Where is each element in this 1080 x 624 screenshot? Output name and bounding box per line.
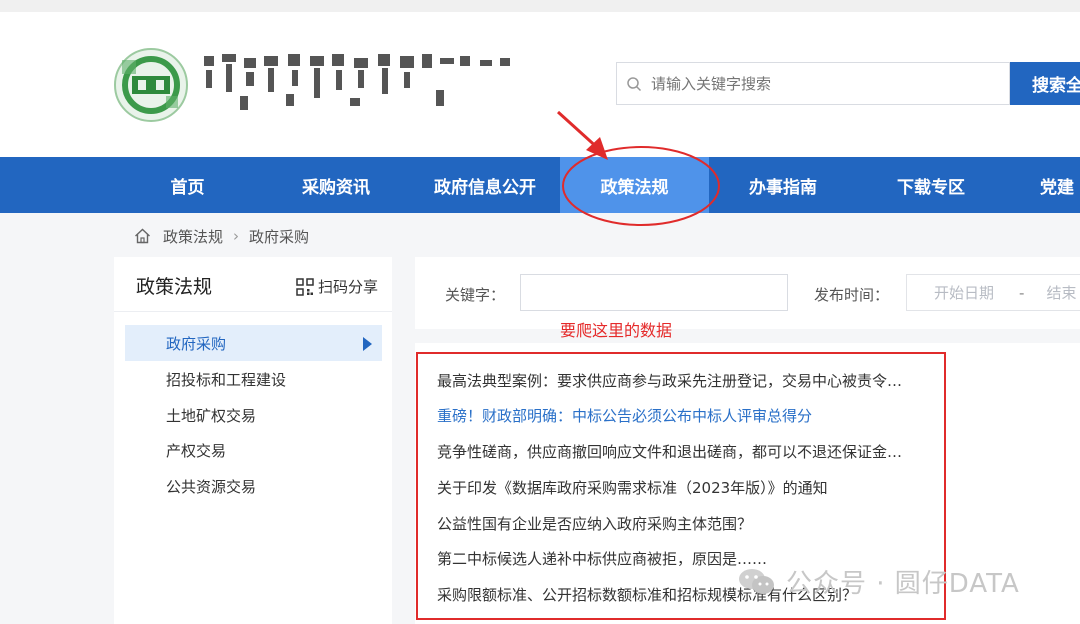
share-label: 扫码分享 xyxy=(318,278,379,296)
logo-script-text xyxy=(200,50,530,122)
sidebar-item-land-mining[interactable]: 土地矿权交易 xyxy=(125,397,382,433)
keyword-label: 关键字： xyxy=(445,286,506,304)
search-icon xyxy=(617,63,651,104)
filter-bar: 关键字： 发布时间： 开始日期 - 结束 xyxy=(415,257,1080,329)
list-item[interactable]: 最高法典型案例：要求供应商参与政采先注册登记，交易中心被责令… xyxy=(437,370,927,391)
watermark-text: 公众号 · 圆仔DATA xyxy=(786,569,1020,599)
date-label: 发布时间： xyxy=(814,286,890,304)
date-separator: - xyxy=(1019,283,1025,302)
sidebar-item-property[interactable]: 产权交易 xyxy=(125,432,382,468)
search-input[interactable] xyxy=(651,74,991,93)
share-button[interactable]: 扫码分享 xyxy=(296,276,378,297)
watermark: 公众号 · 圆仔DATA xyxy=(738,563,1020,600)
breadcrumb-item[interactable]: 政策法规 xyxy=(163,226,223,247)
list-item[interactable]: 关于印发《数据库政府采购需求标准（2023年版）》的通知 xyxy=(437,477,927,498)
breadcrumb-item: 政府采购 xyxy=(249,227,310,246)
sidebar-item-public-resources[interactable]: 公共资源交易 xyxy=(125,468,382,504)
annotation-text: 要爬这里的数据 xyxy=(560,321,673,340)
nav-item-procurement-news[interactable]: 采购资讯 xyxy=(262,157,410,213)
wechat-icon xyxy=(738,567,776,597)
list-item[interactable]: 公益性国有企业是否应纳入政府采购主体范围？ xyxy=(437,513,927,534)
list-item[interactable]: 重磅！财政部明确：中标公告必须公布中标人评审总得分 xyxy=(437,405,927,426)
sidebar-title: 政策法规 xyxy=(136,276,213,298)
nav-item-downloads[interactable]: 下载专区 xyxy=(857,157,1005,213)
search-button[interactable]: 搜索全 xyxy=(1010,62,1080,105)
sidebar-item-label: 公共资源交易 xyxy=(166,477,257,496)
agency-emblem-icon[interactable] xyxy=(112,46,190,124)
list-item[interactable]: 竞争性磋商，供应商撤回响应文件和退出磋商，都可以不退还保证金… xyxy=(437,441,927,462)
nav-item-home[interactable]: 首页 xyxy=(115,157,260,213)
end-date-input[interactable]: 结束 xyxy=(1046,282,1076,303)
sidebar: 政策法规 扫码分享 政府采购 招投标和工程建设 土地矿权交易 产权交易 公共资源… xyxy=(114,257,392,624)
date-range-picker[interactable]: 开始日期 - 结束 xyxy=(906,274,1080,311)
keyword-input[interactable] xyxy=(520,274,788,311)
caret-right-icon xyxy=(363,337,372,351)
sidebar-item-bidding[interactable]: 招投标和工程建设 xyxy=(125,361,382,397)
sidebar-item-label: 产权交易 xyxy=(166,441,227,460)
nav-item-policy[interactable]: 政策法规 xyxy=(560,157,709,213)
breadcrumb: 政策法规 › 政府采购 xyxy=(134,224,309,248)
nav-item-gov-info[interactable]: 政府信息公开 xyxy=(410,157,560,213)
sidebar-item-gov-procurement[interactable]: 政府采购 xyxy=(125,325,382,361)
search-box[interactable] xyxy=(616,62,1010,105)
sidebar-item-label: 招投标和工程建设 xyxy=(166,370,287,389)
nav-item-guide[interactable]: 办事指南 xyxy=(709,157,857,213)
qr-code-icon xyxy=(296,277,314,296)
sidebar-item-label: 政府采购 xyxy=(166,334,227,353)
nav-item-party[interactable]: 党建 xyxy=(1040,157,1080,213)
start-date-input[interactable]: 开始日期 xyxy=(934,282,994,303)
sidebar-item-label: 土地矿权交易 xyxy=(166,406,257,425)
chevron-right-icon: › xyxy=(233,227,240,245)
top-strip xyxy=(0,0,1080,12)
divider xyxy=(114,311,392,312)
main-nav: 首页 采购资讯 政府信息公开 政策法规 办事指南 下载专区 党建 xyxy=(0,157,1080,213)
home-icon[interactable] xyxy=(134,228,151,244)
